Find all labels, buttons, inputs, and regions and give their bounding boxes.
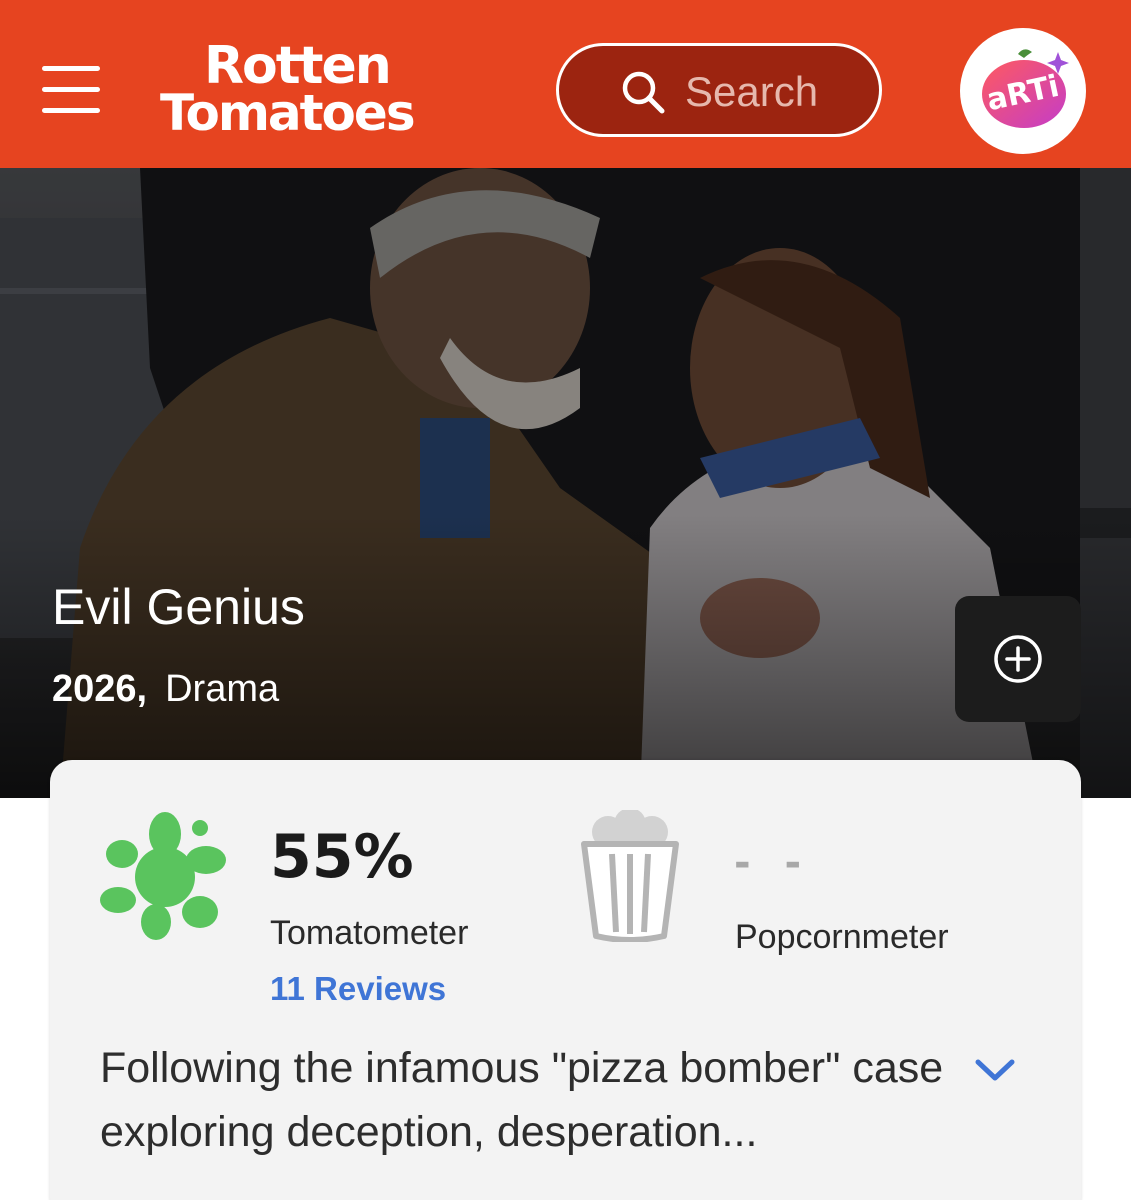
chevron-down-icon[interactable]	[970, 1050, 1020, 1090]
reviews-link[interactable]: 11 Reviews	[270, 970, 446, 1008]
rotten-tomatoes-logo[interactable]: Rotten Tomatoes	[160, 38, 500, 142]
empty-popcorn-icon	[581, 810, 679, 942]
movie-title: Evil Genius	[52, 579, 305, 635]
menu-icon[interactable]	[42, 66, 100, 114]
logo-line-2: Tomatoes	[160, 84, 416, 142]
top-nav-bar: Rotten Tomatoes Search aRTi	[0, 0, 1131, 168]
score-card: 55% Tomatometer 11 Reviews - - Popcornme…	[50, 760, 1081, 1200]
popcornmeter-score: - -	[734, 840, 812, 886]
tomatometer-label: Tomatometer	[270, 914, 469, 952]
popcornmeter-label: Popcornmeter	[735, 918, 949, 956]
tomatometer-score: 55%	[270, 822, 414, 892]
genre: Drama	[165, 668, 280, 710]
search-placeholder: Search	[685, 68, 819, 115]
add-to-watchlist-button[interactable]	[955, 596, 1081, 722]
rotten-splat-icon	[100, 812, 226, 940]
arti-avatar-button[interactable]: aRTi	[960, 28, 1086, 154]
plus-circle-icon	[994, 635, 1042, 683]
movie-meta: 2026, Drama	[52, 668, 279, 711]
hero-banner: Evil Genius 2026, Drama	[0, 168, 1131, 798]
search-icon	[622, 71, 665, 114]
release-year: 2026,	[52, 668, 148, 710]
search-input[interactable]: Search	[556, 43, 882, 137]
synopsis-text: Following the infamous "pizza bomber" ca…	[100, 1044, 944, 1156]
